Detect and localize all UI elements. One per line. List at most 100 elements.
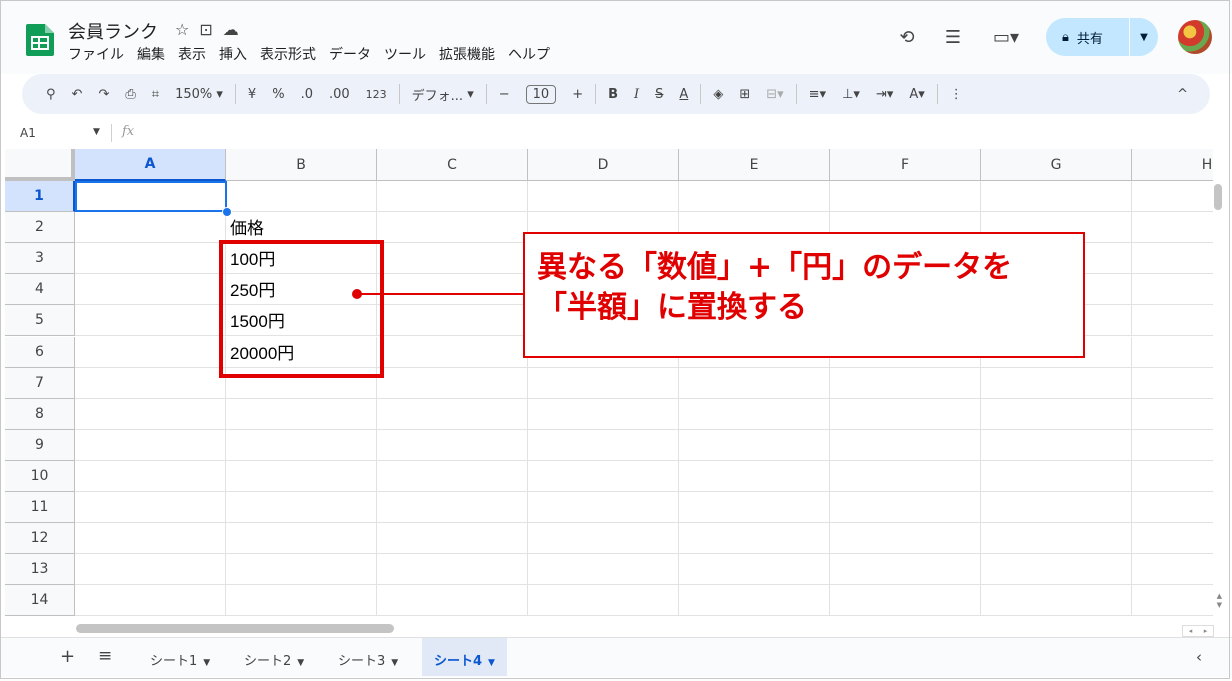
row-header-10[interactable]: 10 (5, 460, 75, 492)
horizontal-scrollbar[interactable] (76, 624, 394, 633)
cell-g14[interactable] (981, 585, 1132, 617)
cell-d11[interactable] (528, 492, 679, 524)
sheet-tab-2[interactable]: シート2 ▼ (244, 650, 304, 669)
cell-a11[interactable] (75, 492, 226, 524)
row-header-4[interactable]: 4 (5, 274, 75, 306)
cell-c13[interactable] (377, 554, 528, 586)
add-sheet-button[interactable]: + (60, 646, 75, 667)
undo-icon[interactable]: ↶ (64, 87, 91, 102)
cell-c7[interactable] (377, 367, 528, 399)
select-all-corner[interactable] (5, 149, 75, 181)
italic-button[interactable]: I (626, 87, 647, 102)
text-wrap-icon[interactable]: ⇥▾ (868, 87, 901, 102)
currency-format-button[interactable]: ¥ (240, 87, 264, 102)
share-button[interactable]: 🔒︎ 共有 ▼ (1046, 18, 1158, 56)
sheet-tab-dropdown-icon[interactable]: ▼ (297, 658, 304, 668)
bold-button[interactable]: B (600, 87, 626, 102)
cell-e10[interactable] (679, 460, 830, 492)
increase-font-size-button[interactable]: + (564, 87, 591, 102)
cell-f10[interactable] (830, 460, 981, 492)
sheet-tab-4[interactable]: シート4 ▼ (422, 638, 507, 676)
meet-icon[interactable]: ▭▾ (986, 24, 1026, 50)
cell-g13[interactable] (981, 554, 1132, 586)
name-box-dropdown-icon[interactable]: ▼ (93, 127, 100, 137)
cell-h5[interactable] (1132, 305, 1213, 337)
cell-c12[interactable] (377, 523, 528, 555)
print-icon[interactable]: ⎙ (117, 87, 143, 102)
cell-b12[interactable] (226, 523, 377, 555)
row-header-6[interactable]: 6 (5, 336, 75, 368)
all-sheets-button[interactable]: ≡ (98, 646, 112, 666)
column-header-d[interactable]: D (528, 149, 679, 181)
sheet-tab-1[interactable]: シート1 ▼ (150, 650, 210, 669)
comments-icon[interactable]: ☰ (940, 24, 966, 50)
menu-edit[interactable]: 編集 (137, 44, 165, 64)
cell-d10[interactable] (528, 460, 679, 492)
cell-d13[interactable] (528, 554, 679, 586)
cell-c9[interactable] (377, 429, 528, 461)
sheet-scroll-left-icon[interactable]: ‹ (1196, 648, 1202, 666)
column-header-g[interactable]: G (981, 149, 1132, 181)
cell-g9[interactable] (981, 429, 1132, 461)
text-color-button[interactable]: A (671, 87, 696, 102)
cell-g11[interactable] (981, 492, 1132, 524)
column-header-e[interactable]: E (679, 149, 830, 181)
menu-tools[interactable]: ツール (384, 44, 426, 64)
cell-c8[interactable] (377, 398, 528, 430)
paint-format-icon[interactable]: ⌗ (144, 87, 167, 102)
cell-b9[interactable] (226, 429, 377, 461)
cell-b14[interactable] (226, 585, 377, 617)
cell-a5[interactable] (75, 305, 226, 337)
cell-h2[interactable] (1132, 212, 1213, 244)
cell-c6[interactable] (377, 336, 528, 368)
cell-c2[interactable] (377, 212, 528, 244)
font-select[interactable]: デフォ... ▾ (404, 85, 482, 104)
cell-b13[interactable] (226, 554, 377, 586)
cell-h3[interactable] (1132, 243, 1213, 275)
cell-h11[interactable] (1132, 492, 1213, 524)
strikethrough-button[interactable]: S (647, 87, 671, 102)
cell-a7[interactable] (75, 367, 226, 399)
font-size-input[interactable]: 10 (518, 84, 565, 104)
collapse-menus-icon[interactable]: ^ (1169, 87, 1210, 102)
sheet-tab-3[interactable]: シート3 ▼ (338, 650, 398, 669)
cell-c5[interactable] (377, 305, 528, 337)
cell-a3[interactable] (75, 243, 226, 275)
row-header-14[interactable]: 14 (5, 585, 75, 617)
row-header-8[interactable]: 8 (5, 398, 75, 430)
column-header-c[interactable]: C (377, 149, 528, 181)
vertical-scroll-arrows[interactable]: ▲ ▼ (1217, 592, 1222, 610)
cell-h13[interactable] (1132, 554, 1213, 586)
cell-h6[interactable] (1132, 337, 1213, 368)
horizontal-align-icon[interactable]: ≡▾ (801, 87, 834, 102)
row-header-11[interactable]: 11 (5, 492, 75, 524)
menu-data[interactable]: データ (329, 44, 371, 64)
cell-e7[interactable] (679, 367, 830, 399)
cell-a2[interactable] (75, 212, 226, 244)
star-icon[interactable]: ☆ (175, 20, 189, 39)
column-header-b[interactable]: B (226, 149, 377, 181)
cell-d1[interactable] (528, 181, 679, 213)
cell-e1[interactable] (679, 181, 830, 213)
cell-e11[interactable] (679, 492, 830, 524)
cell-h9[interactable] (1132, 430, 1213, 461)
row-header-1[interactable]: 1 (5, 181, 75, 213)
decrease-decimal-button[interactable]: .0 (293, 87, 321, 102)
menu-insert[interactable]: 挿入 (219, 44, 247, 64)
cell-c14[interactable] (377, 585, 528, 617)
cell-e9[interactable] (679, 429, 830, 461)
cell-h1[interactable] (1132, 181, 1213, 213)
increase-decimal-button[interactable]: .00 (321, 87, 358, 102)
cell-a13[interactable] (75, 554, 226, 586)
percent-format-button[interactable]: % (264, 87, 292, 102)
vertical-scrollbar[interactable] (1214, 184, 1222, 210)
sheet-tab-dropdown-icon[interactable]: ▼ (488, 658, 495, 668)
cell-a1[interactable] (75, 181, 226, 213)
cloud-status-icon[interactable]: ☁ (223, 20, 239, 39)
cell-b11[interactable] (226, 492, 377, 524)
cell-f1[interactable] (830, 181, 981, 213)
menu-extensions[interactable]: 拡張機能 (439, 44, 495, 64)
document-title[interactable]: 会員ランク (68, 18, 158, 44)
cell-f8[interactable] (830, 398, 981, 430)
cell-g8[interactable] (981, 398, 1132, 430)
